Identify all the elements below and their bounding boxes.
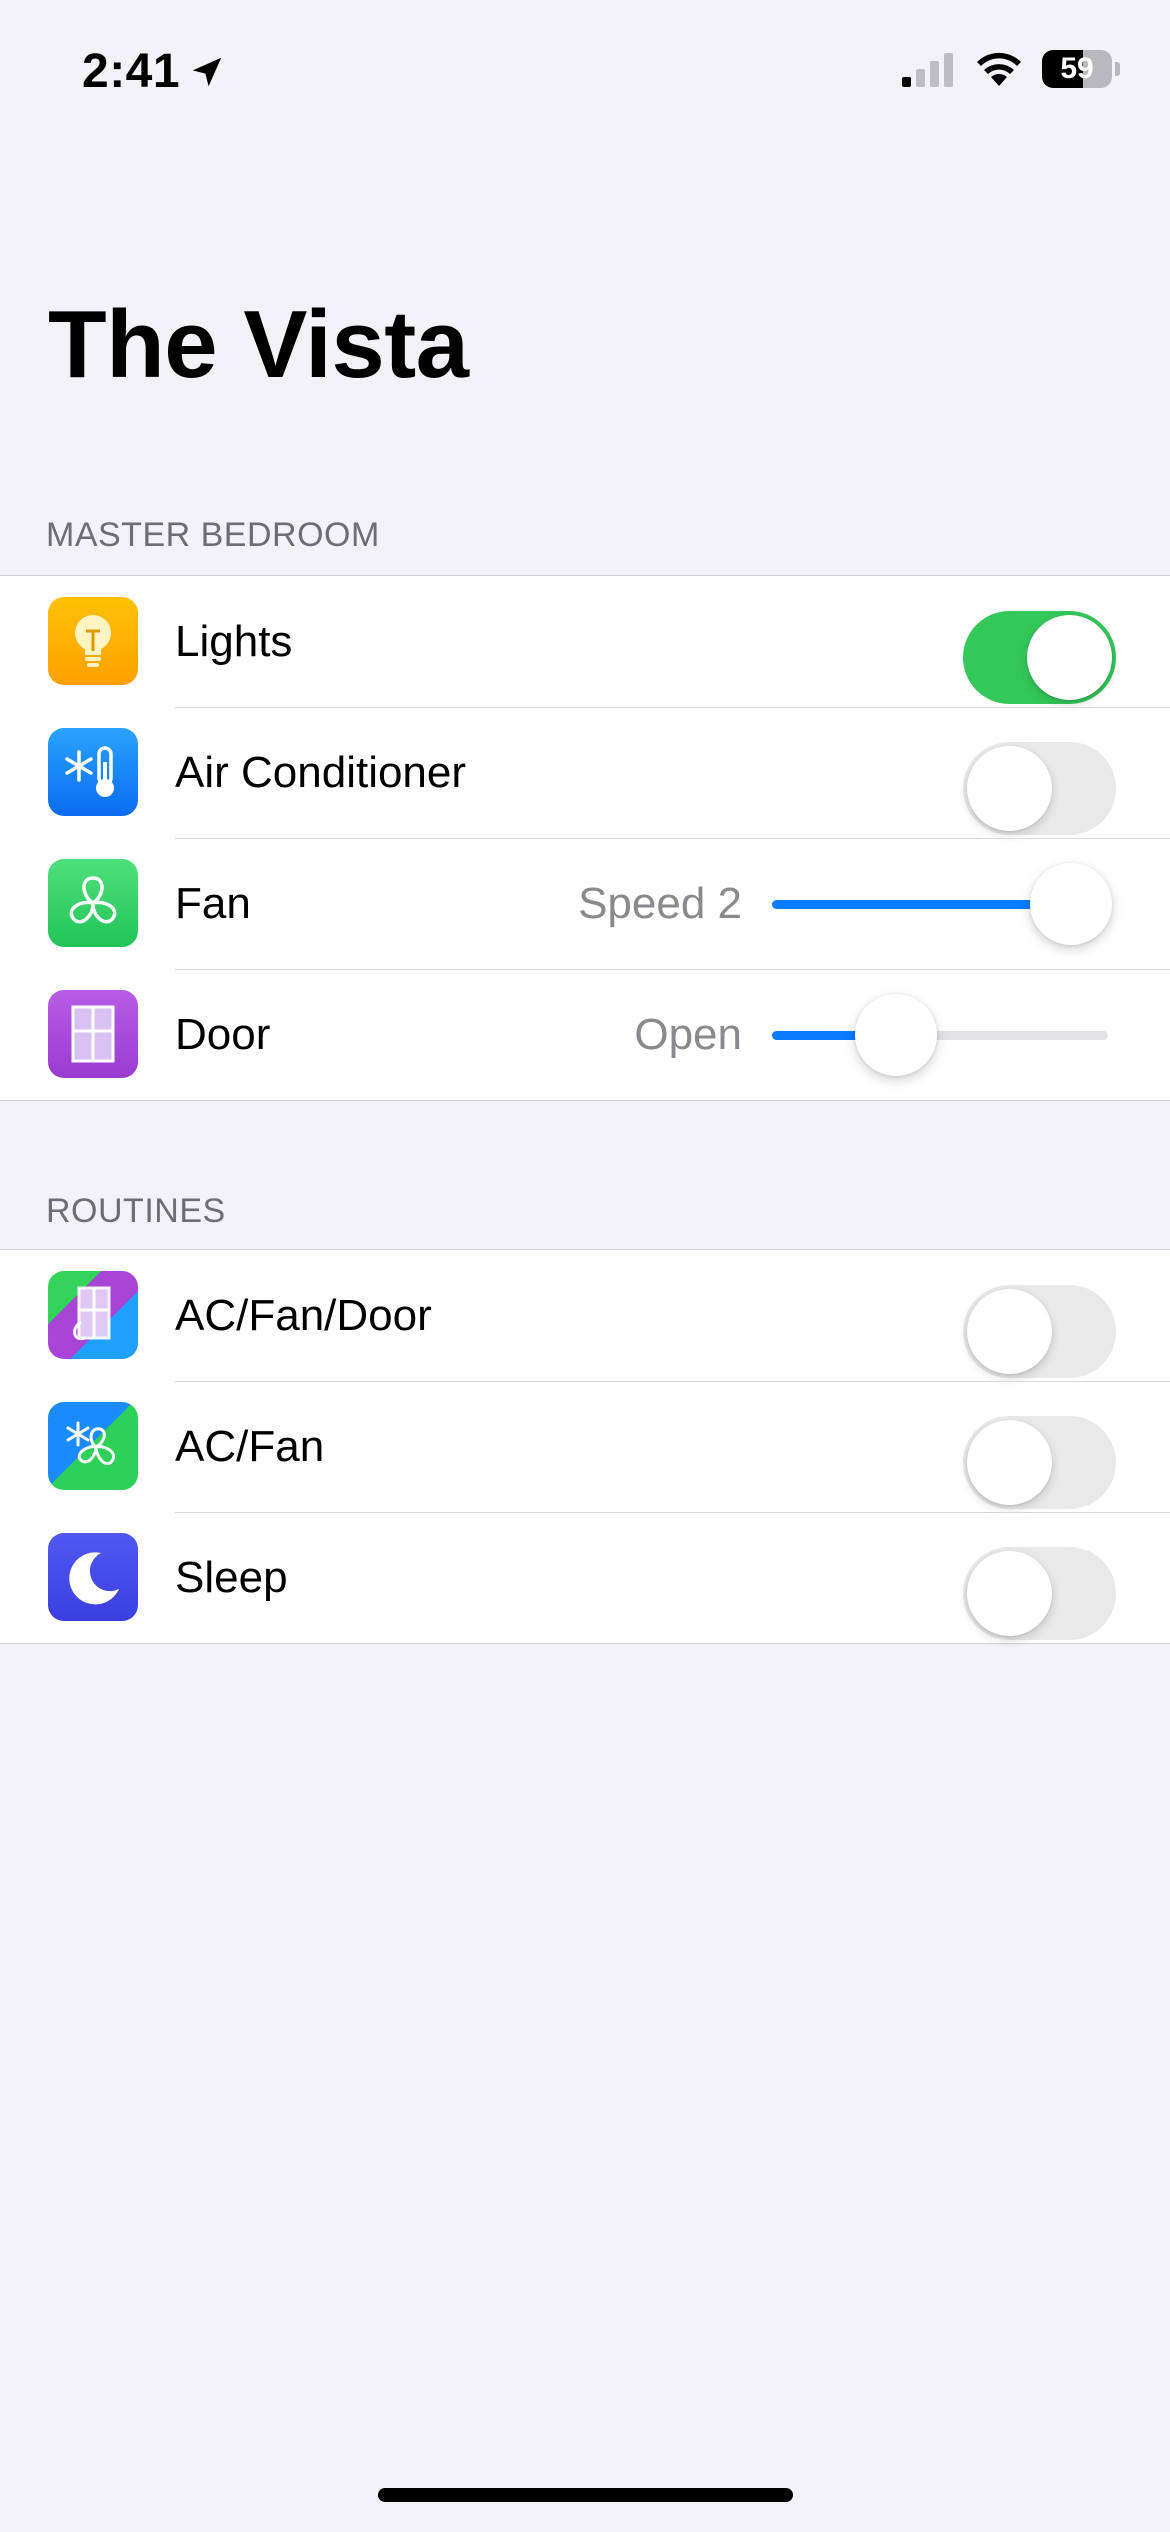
device-label-door: Door (175, 1009, 271, 1059)
battery-percentage: 59 (1060, 52, 1094, 85)
master-bedroom-group: Lights Air Conditioner Fan Speed 2 Door … (0, 575, 1170, 1101)
device-label-fan: Fan (175, 878, 251, 928)
fan-icon (48, 859, 138, 947)
status-time-text: 2:41 (82, 45, 181, 98)
door-slider[interactable] (772, 994, 1108, 1076)
routine-row-ac-fan: AC/Fan (0, 1381, 1170, 1512)
routine-row-ac-fan-door: AC/Fan/Door (0, 1250, 1170, 1381)
toggle-knob (967, 746, 1052, 831)
routines-group: AC/Fan/Door AC/Fan Sleep (0, 1249, 1170, 1644)
status-bar: 2:41 59 (0, 0, 1170, 150)
home-indicator[interactable] (378, 2488, 793, 2502)
status-time: 2:41 (82, 44, 226, 99)
device-row-door: Door Open (0, 969, 1170, 1100)
routine-label-sleep: Sleep (175, 1552, 288, 1602)
section-header-routines: ROUTINES (46, 1192, 226, 1230)
device-row-lights: Lights (0, 576, 1170, 707)
section-header-master-bedroom: MASTER BEDROOM (46, 516, 380, 554)
device-row-fan: Fan Speed 2 (0, 838, 1170, 969)
device-label-lights: Lights (175, 616, 293, 666)
location-arrow-icon (192, 57, 222, 86)
device-row-air-conditioner: Air Conditioner (0, 707, 1170, 838)
routine-row-sleep: Sleep (0, 1512, 1170, 1643)
ac-fan-routine-icon (48, 1402, 138, 1490)
battery-icon: 59 (1042, 50, 1112, 88)
slider-thumb[interactable] (855, 994, 938, 1076)
toggle-knob (967, 1420, 1052, 1505)
lightbulb-icon (48, 597, 138, 685)
fan-speed-value: Speed 2 (578, 878, 742, 928)
slider-thumb[interactable] (1030, 863, 1113, 945)
fan-speed-slider[interactable] (772, 863, 1113, 945)
ac-fan-door-routine-icon (48, 1271, 138, 1359)
toggle-knob (967, 1551, 1052, 1636)
ac-fan-door-toggle[interactable] (963, 1285, 1116, 1378)
toggle-knob (1027, 615, 1112, 700)
battery-cap (1115, 62, 1120, 76)
page-title: The Vista (48, 291, 469, 398)
cellular-signal-icon (902, 53, 953, 87)
status-indicators: 59 (902, 50, 1120, 88)
routine-label-ac-fan: AC/Fan (175, 1421, 325, 1471)
toggle-knob (967, 1289, 1052, 1374)
lights-toggle[interactable] (963, 611, 1116, 704)
door-state-value: Open (634, 1009, 742, 1059)
air-conditioner-toggle[interactable] (963, 742, 1116, 835)
door-icon (48, 990, 138, 1078)
sleep-toggle[interactable] (963, 1547, 1116, 1640)
ac-fan-toggle[interactable] (963, 1416, 1116, 1509)
slider-fill (772, 900, 1072, 909)
moon-icon (48, 1533, 138, 1621)
device-label-air-conditioner: Air Conditioner (175, 747, 467, 797)
thermometer-snowflake-icon (48, 728, 138, 816)
wifi-icon (977, 52, 1021, 86)
routine-label-ac-fan-door: AC/Fan/Door (175, 1290, 432, 1340)
